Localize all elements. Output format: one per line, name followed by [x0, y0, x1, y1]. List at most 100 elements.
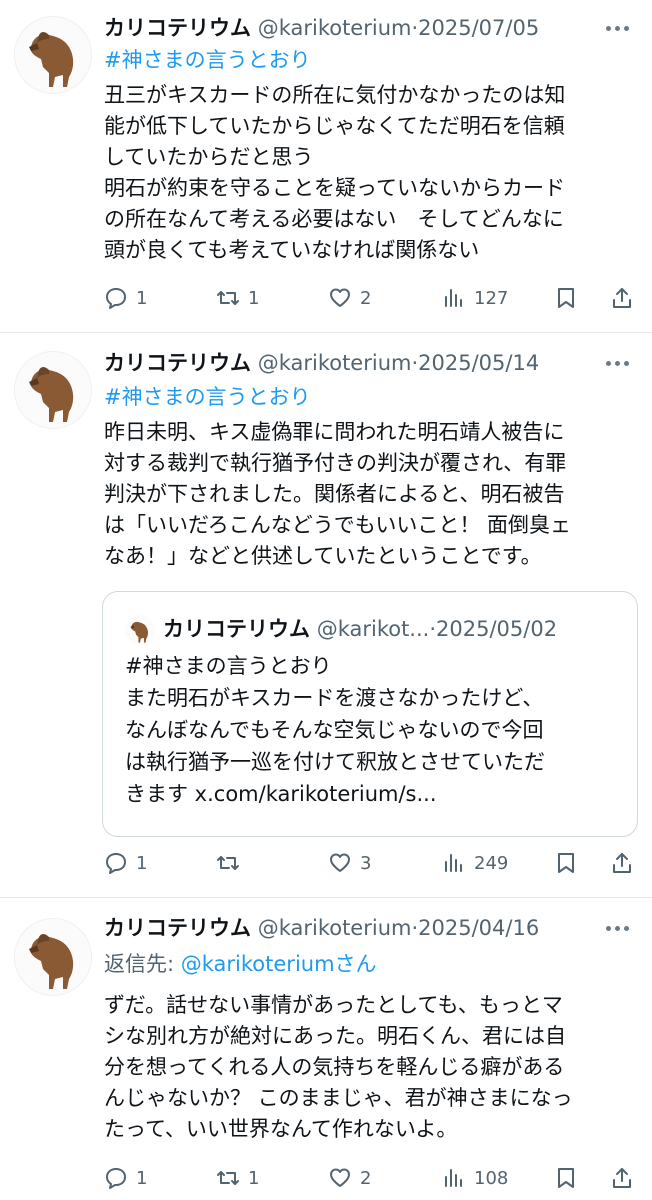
retweet-icon [217, 291, 239, 305]
quoted-tweet-date: 2025/05/02 [436, 617, 558, 641]
reply-count: 1 [136, 1167, 148, 1189]
more-icon[interactable] [602, 918, 632, 938]
text-line: 分を想ってくれる人の気持ちを軽んじる癖がある [104, 1055, 565, 1079]
retweet-count: 1 [248, 1167, 260, 1189]
avatar-icon [29, 367, 74, 422]
share-icon [613, 288, 631, 308]
text-line: 昨日未明、キス虚偽罪に問われた明石靖人被告に [104, 420, 565, 444]
share-button[interactable] [610, 848, 634, 878]
quoted-tweet[interactable]: カリコテリウム @karikot...·2025/05/02 #神さまの言うとお… [102, 591, 638, 837]
text-line: していたからだと思う [104, 145, 314, 169]
share-button[interactable] [610, 283, 634, 313]
reply-context: 返信先: @karikoteriumさん [104, 949, 377, 979]
author-handle[interactable]: @karikoterium [258, 16, 412, 40]
retweet-icon [217, 1171, 239, 1185]
text-line: 対する裁判で執行猶予付きの判決が覆され、有罪 [104, 451, 567, 475]
text-line: きます x.com/karikoterium/s... [125, 782, 437, 806]
views-icon [445, 1169, 462, 1187]
share-icon [613, 1168, 631, 1188]
tweet-date[interactable]: 2025/05/14 [418, 351, 539, 375]
action-bar: 1 1 2 127 [104, 283, 634, 313]
action-bar: 1 3 249 [104, 848, 634, 878]
like-icon [330, 1168, 350, 1187]
text-line: また明石がキスカードを渡さなかったけど、 [125, 686, 544, 710]
reply-button[interactable]: 1 [104, 1163, 147, 1193]
views-button[interactable]: 127 [442, 283, 508, 313]
views-count: 127 [474, 287, 509, 309]
reply-suffix: さん [334, 952, 377, 976]
author-name[interactable]: カリコテリウム [104, 916, 251, 940]
quoted-author-name: カリコテリウム [163, 617, 310, 641]
tweet-date[interactable]: 2025/07/05 [418, 16, 539, 40]
more-icon[interactable] [602, 353, 632, 373]
author-name[interactable]: カリコテリウム [104, 351, 251, 375]
tweet[interactable]: カリコテリウム @karikoterium·2025/04/16 返信先: @k… [0, 898, 652, 1200]
tweet-header: カリコテリウム @karikoterium·2025/07/05 [104, 12, 592, 44]
like-count: 2 [360, 287, 372, 309]
hashtag[interactable]: #神さまの言うとおり [104, 45, 311, 75]
text-line: なんぼなんでもそんな空気じゃないので今回 [125, 718, 544, 742]
author-name[interactable]: カリコテリウム [104, 16, 251, 40]
reply-button[interactable]: 1 [104, 283, 147, 313]
share-button[interactable] [610, 1163, 634, 1193]
bookmark-button[interactable] [554, 283, 578, 313]
reply-handle[interactable]: @karikoterium [181, 952, 335, 976]
text-line: は「いいだろこんなどうでもいいこと！ 面倒臭ェ [104, 513, 571, 537]
avatar[interactable] [14, 351, 92, 429]
author-handle[interactable]: @karikoterium [258, 351, 412, 375]
like-icon [330, 288, 350, 307]
like-count: 2 [360, 1167, 372, 1189]
tweet-date[interactable]: 2025/04/16 [418, 916, 539, 940]
retweet-button[interactable]: 1 [216, 1163, 259, 1193]
bookmark-icon [558, 1168, 574, 1188]
avatar[interactable] [14, 918, 92, 996]
bookmark-icon [558, 853, 574, 873]
like-button[interactable]: 2 [328, 283, 371, 313]
quoted-author-handle: @karikot... [316, 617, 430, 641]
retweet-button[interactable]: 1 [216, 283, 259, 313]
more-icon[interactable] [602, 18, 632, 38]
tweet-header: カリコテリウム @karikoterium·2025/05/14 [104, 347, 592, 379]
like-count: 3 [360, 852, 372, 874]
reply-button[interactable]: 1 [104, 848, 147, 878]
views-button[interactable]: 108 [442, 1163, 508, 1193]
reply-prefix: 返信先: [104, 952, 181, 976]
like-icon [330, 853, 350, 872]
quoted-avatar [125, 615, 155, 645]
like-button[interactable]: 3 [328, 848, 371, 878]
tweet-text: ずだ。話せない事情があったとしても、もっとマ シな別れ方が絶対にあった。明石くん… [104, 990, 634, 1145]
text-line: シな別れ方が絶対にあった。明石くん、君には自 [104, 1024, 566, 1048]
text-line: 能が低下していたからじゃなくてただ明石を信頼 [104, 114, 565, 138]
views-count: 108 [474, 1167, 509, 1189]
hashtag[interactable]: #神さまの言うとおり [104, 382, 311, 412]
text-line: ずだ。話せない事情があったとしても、もっとマ [104, 993, 563, 1017]
bookmark-button[interactable] [554, 848, 578, 878]
author-handle[interactable]: @karikoterium [258, 916, 412, 940]
bookmark-icon [558, 288, 574, 308]
tweet-text: 丑三がキスカードの所在に気付かなかったのは知 能が低下していたからじゃなくてただ… [104, 80, 634, 266]
avatar[interactable] [14, 16, 92, 94]
quoted-tweet-text: #神さまの言うとおり また明石がキスカードを渡さなかったけど、 なんぼなんでもそ… [125, 650, 625, 810]
like-button[interactable]: 2 [328, 1163, 371, 1193]
text-line: 頭が良くても考えていなければ関係ない [104, 238, 480, 262]
retweet-button[interactable] [216, 848, 248, 878]
text-line: 丑三がキスカードの所在に気付かなかったのは知 [104, 83, 566, 107]
action-bar: 1 1 2 108 [104, 1163, 634, 1193]
quoted-tweet-header: カリコテリウム @karikot...·2025/05/02 [125, 614, 558, 645]
views-button[interactable]: 249 [442, 848, 508, 878]
tweet-text: 昨日未明、キス虚偽罪に問われた明石靖人被告に 対する裁判で執行猶予付きの判決が覆… [104, 417, 634, 572]
avatar-icon [130, 621, 148, 643]
bookmark-button[interactable] [554, 1163, 578, 1193]
tweet-header: カリコテリウム @karikoterium·2025/04/16 [104, 912, 592, 944]
text-line: なあ！」などと供述していたということです。 [104, 544, 542, 568]
tweet[interactable]: カリコテリウム @karikoterium·2025/05/14 #神さまの言う… [0, 333, 652, 897]
views-icon [445, 289, 462, 307]
avatar-icon [29, 32, 74, 87]
views-count: 249 [474, 852, 509, 874]
text-line: たって、いい世界なんて作れないよ。 [104, 1117, 458, 1141]
reply-icon [106, 288, 126, 309]
tweet[interactable]: カリコテリウム @karikoterium·2025/07/05 #神さまの言う… [0, 0, 652, 332]
text-line: #神さまの言うとおり [125, 654, 332, 678]
text-line: んじゃないか？ このままじゃ、君が神さまになっ [104, 1086, 573, 1110]
retweet-count: 1 [248, 287, 260, 309]
